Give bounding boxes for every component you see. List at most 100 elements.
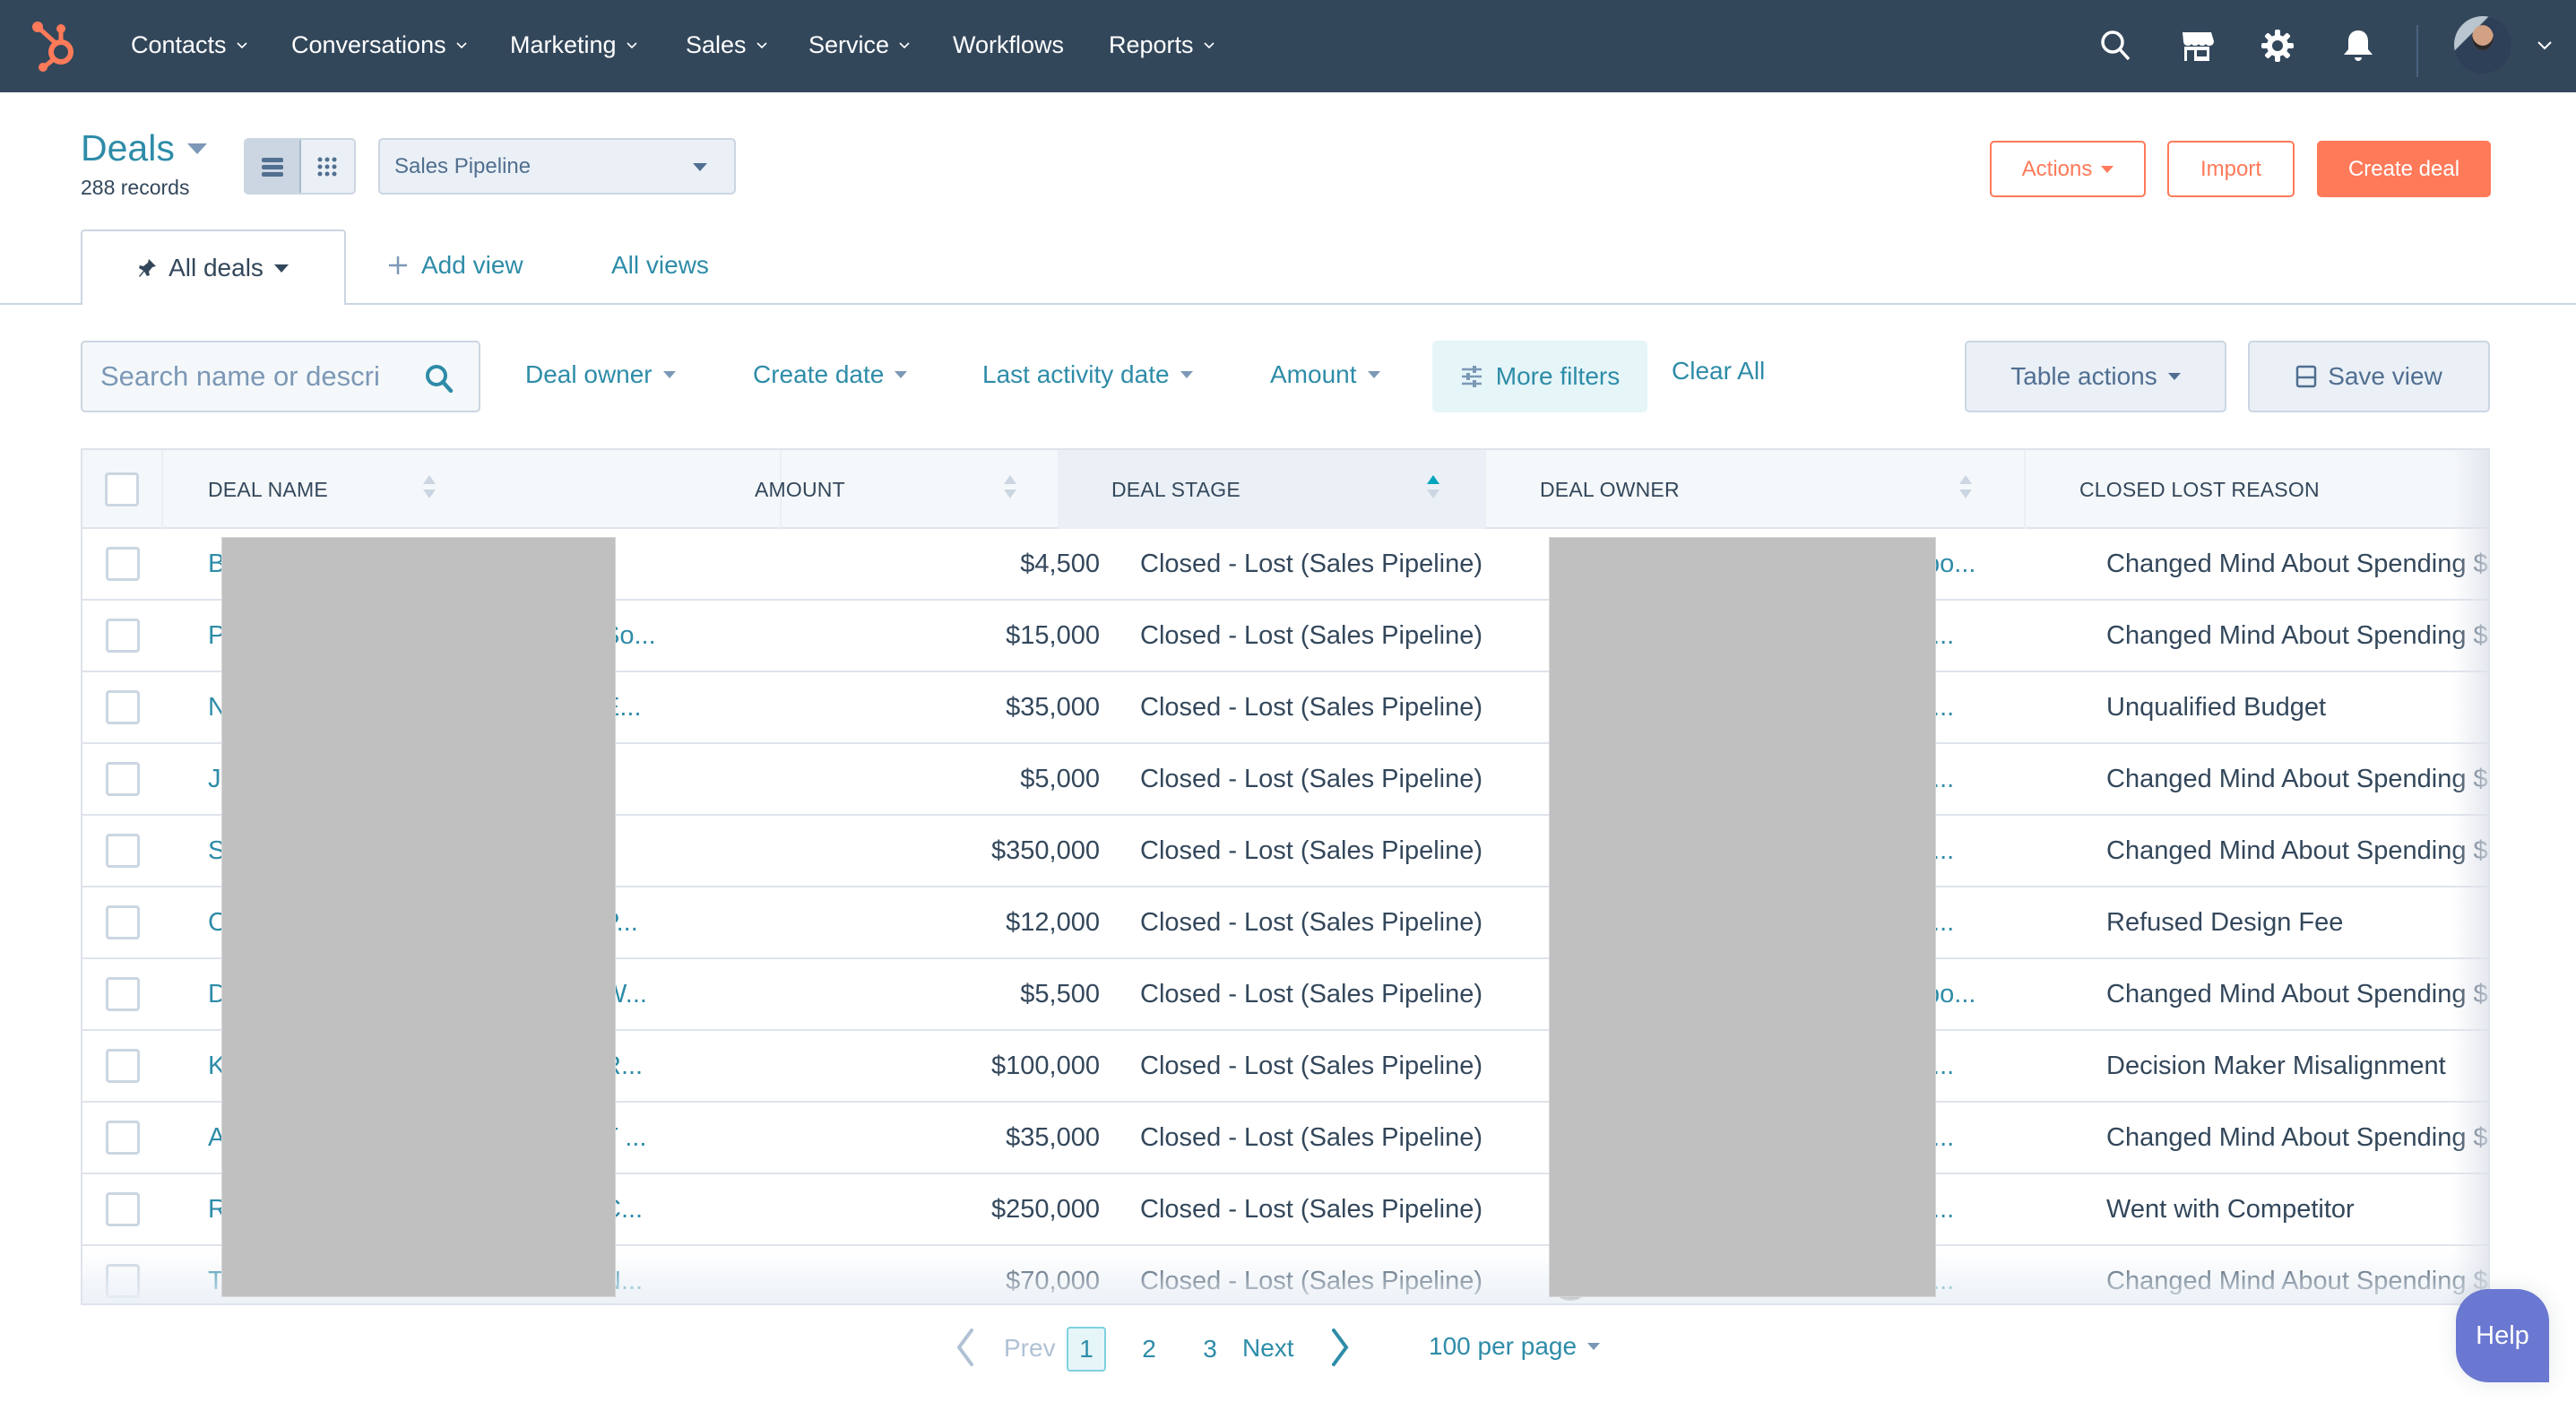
deal-amount: $15,000 bbox=[1006, 620, 1100, 650]
all-views-label: All views bbox=[611, 251, 709, 279]
per-page-select[interactable]: 100 per page bbox=[1429, 1332, 1601, 1361]
notifications-bell-icon[interactable] bbox=[2339, 27, 2377, 65]
deal-stage: Closed - Lost (Sales Pipeline) bbox=[1140, 979, 1483, 1008]
account-chevron-down-icon[interactable] bbox=[2537, 39, 2553, 52]
save-view-label: Save view bbox=[2328, 362, 2442, 390]
row-checkbox[interactable] bbox=[106, 905, 140, 939]
search-icon[interactable] bbox=[2097, 27, 2135, 65]
row-select-cell bbox=[82, 1031, 163, 1101]
next-page-chevron-icon[interactable] bbox=[1328, 1327, 1353, 1368]
deal-amount: $4,500 bbox=[1020, 549, 1100, 578]
select-all-checkbox[interactable] bbox=[105, 472, 139, 506]
import-button[interactable]: Import bbox=[2167, 141, 2295, 197]
sort-icon[interactable] bbox=[1959, 475, 1972, 504]
nav-conversations[interactable]: Conversations bbox=[291, 27, 468, 63]
page-3-button[interactable]: 3 bbox=[1190, 1327, 1230, 1372]
closed-lost-reason: Changed Mind About Spending $ bbox=[2106, 764, 2488, 793]
caret-down-icon bbox=[2167, 373, 2181, 380]
closed-lost-reason: Changed Mind About Spending $ bbox=[2106, 979, 2488, 1008]
row-checkbox[interactable] bbox=[106, 762, 140, 796]
all-views-link[interactable]: All views bbox=[611, 247, 709, 283]
sort-icon[interactable] bbox=[423, 475, 436, 504]
sort-icon[interactable] bbox=[1004, 475, 1016, 504]
tab-all-deals[interactable]: All deals bbox=[81, 229, 346, 305]
column-header-closed-lost-reason[interactable]: CLOSED LOST REASON bbox=[2026, 450, 2488, 529]
column-header-deal-name[interactable]: DEAL NAME bbox=[163, 450, 782, 529]
row-checkbox[interactable] bbox=[106, 977, 140, 1011]
deal-amount: $70,000 bbox=[1006, 1266, 1100, 1295]
record-count: 288 records bbox=[81, 176, 190, 199]
save-view-button[interactable]: Save view bbox=[2248, 341, 2490, 412]
nav-service[interactable]: Service bbox=[808, 27, 911, 63]
nav-reports[interactable]: Reports bbox=[1109, 27, 1215, 63]
page-2-button[interactable]: 2 bbox=[1129, 1327, 1169, 1372]
filter-create-date-label: Create date bbox=[753, 360, 885, 388]
top-navigation: Contacts Conversations Marketing Sales S… bbox=[0, 0, 2576, 92]
filter-last-activity-date[interactable]: Last activity date bbox=[982, 357, 1193, 393]
filter-create-date[interactable]: Create date bbox=[753, 357, 908, 393]
deal-amount: $35,000 bbox=[1006, 692, 1100, 722]
row-checkbox[interactable] bbox=[106, 1121, 140, 1155]
closed-lost-reason: Changed Mind About Spending $ bbox=[2106, 549, 2488, 578]
user-avatar[interactable] bbox=[2454, 16, 2511, 74]
add-view-button[interactable]: Add view bbox=[387, 247, 523, 283]
search-input[interactable] bbox=[100, 360, 396, 393]
table-actions-label: Table actions bbox=[2010, 362, 2157, 390]
row-checkbox[interactable] bbox=[106, 834, 140, 868]
help-button[interactable]: Help bbox=[2456, 1289, 2549, 1382]
grid-icon bbox=[317, 157, 337, 176]
add-view-label: Add view bbox=[421, 251, 523, 279]
deal-amount: $100,000 bbox=[991, 1051, 1100, 1080]
per-page-label: 100 per page bbox=[1429, 1332, 1578, 1360]
deal-stage: Closed - Lost (Sales Pipeline) bbox=[1140, 620, 1483, 650]
row-checkbox[interactable] bbox=[106, 690, 140, 724]
actions-button[interactable]: Actions bbox=[1990, 141, 2146, 197]
deal-amount: $35,000 bbox=[1006, 1122, 1100, 1152]
clear-all-link[interactable]: Clear All bbox=[1672, 357, 1765, 385]
nav-marketing[interactable]: Marketing bbox=[510, 27, 638, 63]
next-page-button[interactable]: Next bbox=[1242, 1334, 1294, 1363]
search-icon[interactable] bbox=[423, 362, 455, 394]
settings-icon[interactable] bbox=[2259, 27, 2296, 65]
caret-down-icon bbox=[895, 371, 908, 378]
deal-amount: $5,000 bbox=[1020, 764, 1100, 793]
row-select-cell bbox=[82, 672, 163, 742]
caret-down-icon bbox=[1367, 371, 1380, 378]
filter-amount-label: Amount bbox=[1270, 360, 1357, 388]
nav-sales[interactable]: Sales bbox=[686, 27, 768, 63]
closed-lost-reason: Refused Design Fee bbox=[2106, 907, 2344, 937]
row-select-cell bbox=[82, 529, 163, 599]
row-select-cell bbox=[82, 959, 163, 1029]
caret-down-icon bbox=[186, 143, 207, 154]
row-checkbox[interactable] bbox=[106, 547, 140, 581]
page-1-button[interactable]: 1 bbox=[1067, 1327, 1106, 1372]
column-header-deal-owner[interactable]: DEAL OWNER bbox=[1486, 450, 2026, 529]
filter-amount[interactable]: Amount bbox=[1270, 357, 1380, 393]
deal-amount: $12,000 bbox=[1006, 907, 1100, 937]
hubspot-logo[interactable] bbox=[25, 16, 82, 74]
prev-page-chevron-icon[interactable] bbox=[952, 1327, 977, 1368]
row-checkbox[interactable] bbox=[106, 1049, 140, 1083]
chevron-down-icon bbox=[756, 42, 767, 49]
board-view-button[interactable] bbox=[301, 140, 355, 193]
object-switcher[interactable]: Deals bbox=[81, 127, 207, 169]
nav-conversations-label: Conversations bbox=[291, 30, 446, 58]
column-header-deal-stage[interactable]: DEAL STAGE bbox=[1058, 450, 1486, 529]
prev-page-button[interactable]: Prev bbox=[1004, 1334, 1056, 1363]
nav-contacts[interactable]: Contacts bbox=[131, 27, 248, 63]
list-view-button[interactable] bbox=[246, 140, 301, 193]
row-checkbox[interactable] bbox=[106, 1264, 140, 1298]
marketplace-icon[interactable] bbox=[2178, 27, 2216, 65]
save-disk-icon bbox=[2295, 365, 2317, 388]
deals-table: DEAL NAME AMOUNT DEAL STAGE DEAL OWNER C… bbox=[81, 448, 2490, 1305]
table-actions-button[interactable]: Table actions bbox=[1965, 341, 2226, 412]
create-deal-button[interactable]: Create deal bbox=[2317, 141, 2491, 197]
filter-deal-owner[interactable]: Deal owner bbox=[525, 357, 676, 393]
more-filters-button[interactable]: More filters bbox=[1432, 341, 1647, 412]
row-select-cell bbox=[82, 816, 163, 886]
row-checkbox[interactable] bbox=[106, 619, 140, 653]
sort-ascending-icon[interactable] bbox=[1427, 475, 1439, 504]
nav-workflows[interactable]: Workflows bbox=[953, 27, 1064, 63]
row-checkbox[interactable] bbox=[106, 1192, 140, 1226]
pipeline-select[interactable]: Sales Pipeline bbox=[378, 138, 736, 195]
